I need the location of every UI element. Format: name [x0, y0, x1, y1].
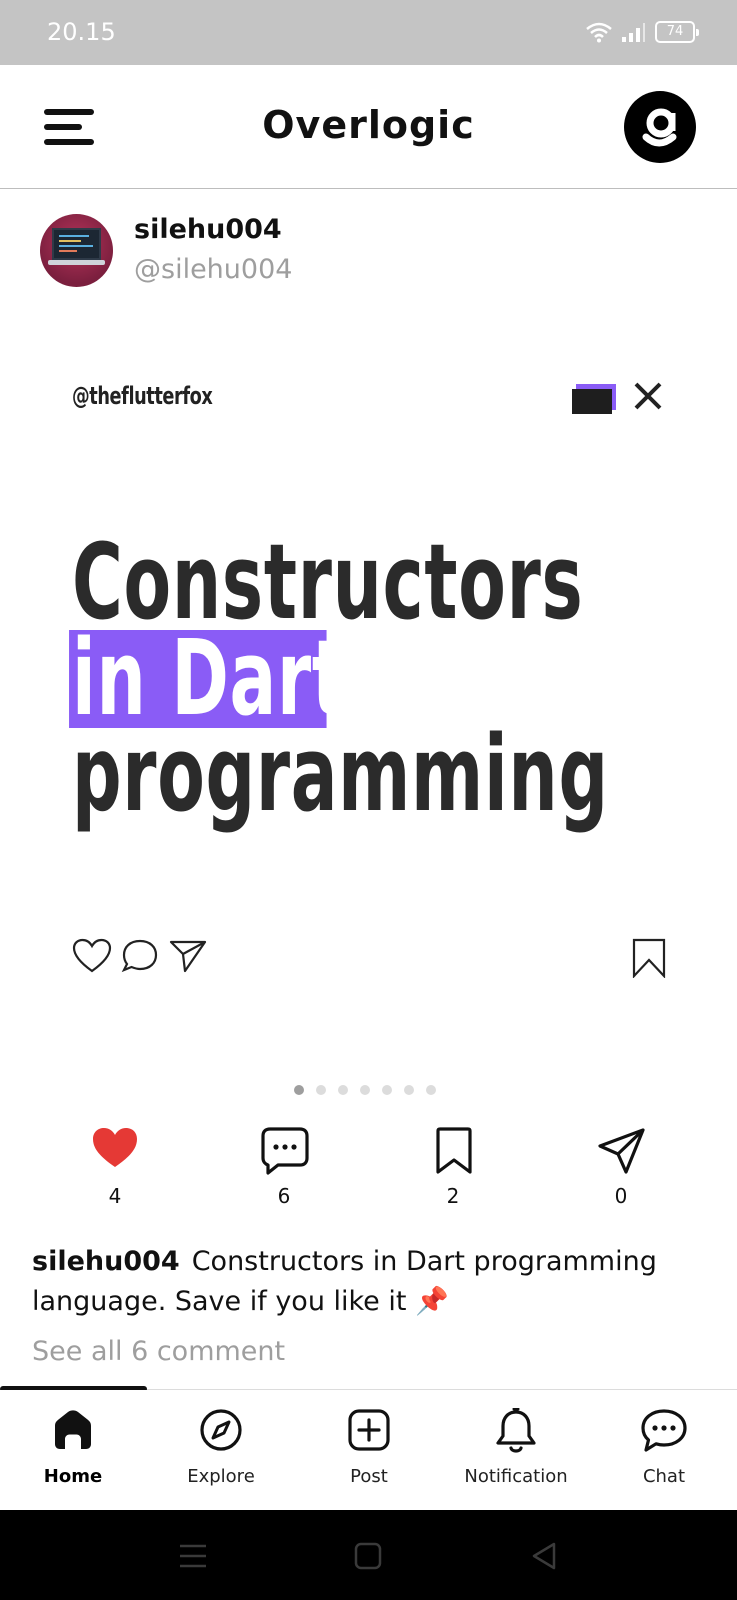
nav-explore[interactable]: Explore	[148, 1390, 294, 1510]
chat-icon	[641, 1409, 687, 1452]
headline-line-3: programming	[72, 713, 609, 835]
menu-icon[interactable]	[175, 1538, 211, 1574]
bell-icon	[496, 1408, 536, 1453]
post-header: silehu004 @silehu004	[40, 214, 680, 287]
post-handle: @silehu004	[134, 254, 293, 285]
nav-label-notification: Notification	[464, 1466, 568, 1487]
share-count: 0	[614, 1184, 628, 1208]
nav-home[interactable]: Home	[0, 1390, 146, 1510]
like-button[interactable]: 4	[75, 1120, 155, 1210]
send-outline-icon	[169, 940, 207, 973]
back-triangle-icon[interactable]	[526, 1538, 562, 1574]
image-handle: @theflutterfox	[72, 382, 213, 410]
carousel-dot[interactable]	[404, 1085, 414, 1095]
comment-button[interactable]: 6	[244, 1120, 324, 1210]
app-logo[interactable]	[624, 91, 696, 163]
close-icon	[634, 382, 662, 410]
heart-outline-icon	[72, 938, 112, 973]
wifi-icon	[586, 22, 612, 43]
comment-icon	[261, 1127, 309, 1175]
see-all-comments-link[interactable]: See all 6 comment	[32, 1336, 285, 1367]
nav-post[interactable]: Post	[296, 1390, 442, 1510]
logo-icon	[642, 108, 677, 147]
home-icon	[55, 1410, 91, 1449]
bookmark-count: 2	[446, 1184, 460, 1208]
nav-label-post: Post	[350, 1466, 388, 1487]
carousel-dot[interactable]	[294, 1085, 304, 1095]
plus-square-icon	[348, 1409, 390, 1451]
system-nav-bar	[0, 1510, 737, 1600]
bottom-nav: Home Explore Post Notification Chat	[0, 1390, 737, 1510]
heart-filled-icon	[93, 1128, 137, 1167]
share-button[interactable]: 0	[581, 1120, 661, 1210]
status-icons: 74	[585, 18, 699, 46]
app-bar: Overlogic	[0, 65, 737, 189]
signal-icon	[622, 23, 645, 42]
status-time: 20.15	[47, 18, 116, 46]
avatar[interactable]	[40, 214, 113, 287]
send-icon	[598, 1128, 645, 1174]
carousel-dot[interactable]	[316, 1085, 326, 1095]
bookmark-icon	[436, 1127, 472, 1174]
home-square-icon[interactable]	[350, 1538, 386, 1574]
post-image[interactable]: @theflutterfox Constructors in Dart prog…	[28, 330, 708, 1095]
comment-outline-icon	[121, 939, 158, 973]
save-button[interactable]: 2	[413, 1120, 493, 1210]
carousel-dot[interactable]	[338, 1085, 348, 1095]
post-caption: silehu004 Constructors in Dart programmin…	[32, 1242, 712, 1322]
nav-label-chat: Chat	[642, 1466, 686, 1487]
nav-label-home: Home	[43, 1466, 103, 1487]
carousel-dot[interactable]	[426, 1085, 436, 1095]
carousel-dot[interactable]	[360, 1085, 370, 1095]
caption-username[interactable]: silehu004	[32, 1246, 180, 1277]
carousel-dot[interactable]	[382, 1085, 392, 1095]
nav-notification[interactable]: Notification	[443, 1390, 589, 1510]
compass-icon	[200, 1409, 242, 1451]
comment-count: 6	[277, 1184, 291, 1208]
reaction-bar: 4 6 2 0	[0, 1120, 737, 1210]
battery-level: 74	[666, 24, 684, 39]
window-icon	[572, 384, 616, 414]
battery-icon: 74	[655, 21, 699, 43]
post-username[interactable]: silehu004	[134, 214, 282, 245]
like-count: 4	[108, 1184, 122, 1208]
nav-chat[interactable]: Chat	[591, 1390, 737, 1510]
bookmark-outline-icon	[632, 938, 666, 978]
status-bar: 20.15 74	[0, 0, 737, 65]
image-actions	[72, 938, 672, 978]
nav-label-explore: Explore	[187, 1466, 255, 1487]
